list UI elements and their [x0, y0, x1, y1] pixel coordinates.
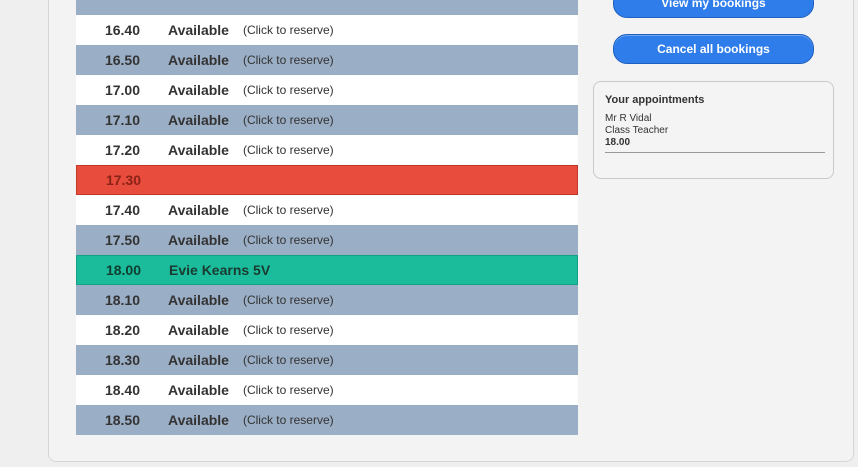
- slot-status: Available: [168, 412, 229, 428]
- slot-status: Available: [168, 232, 229, 248]
- slot-time: 16.40: [104, 22, 140, 38]
- slot-row[interactable]: 18.50 Available (Click to reserve): [76, 405, 578, 435]
- slot-row: 17.30: [76, 165, 578, 195]
- slot-reserve-hint[interactable]: (Click to reserve): [243, 83, 334, 97]
- your-appointments-box: Your appointments Mr R Vidal Class Teach…: [593, 81, 834, 179]
- slot-row[interactable]: 17.40 Available (Click to reserve): [76, 195, 578, 225]
- slot-time: 17.30: [105, 172, 141, 188]
- slot-time: 18.40: [104, 382, 140, 398]
- slot-time: 18.30: [104, 352, 140, 368]
- slot-time: 17.10: [104, 112, 140, 128]
- slot-time: 18.50: [104, 412, 140, 428]
- appointment-role: Class Teacher: [605, 125, 669, 136]
- slot-time: 17.00: [104, 82, 140, 98]
- appointment-slots-list: 16.40 Available (Click to reserve) 16.50 Ava…: [76, 0, 578, 435]
- slot-status: Available: [168, 382, 229, 398]
- slot-time: 17.40: [104, 202, 140, 218]
- slot-row[interactable]: 16.50 Available (Click to reserve): [76, 45, 578, 75]
- view-bookings-button[interactable]: View my bookings: [613, 0, 814, 18]
- slot-row[interactable]: 18.00 Evie Kearns 5V: [76, 255, 578, 285]
- slot-row[interactable]: 16.40 Available (Click to reserve): [76, 15, 578, 45]
- slot-status: Available: [168, 22, 229, 38]
- slot-reserve-hint[interactable]: (Click to reserve): [243, 233, 334, 247]
- slot-time: 18.20: [104, 322, 140, 338]
- slot-time: 17.20: [104, 142, 140, 158]
- slot-status: Available: [168, 322, 229, 338]
- slot-row[interactable]: 18.30 Available (Click to reserve): [76, 345, 578, 375]
- slot-reserve-hint[interactable]: (Click to reserve): [243, 23, 334, 37]
- appointments-title: Your appointments: [605, 94, 705, 106]
- slot-time: 16.50: [104, 52, 140, 68]
- slot-row[interactable]: 17.00 Available (Click to reserve): [76, 75, 578, 105]
- appointment-time: 18.00: [605, 137, 631, 148]
- slot-status: Available: [168, 142, 229, 158]
- slot-reserve-hint[interactable]: (Click to reserve): [243, 53, 334, 67]
- slot-reserve-hint[interactable]: (Click to reserve): [243, 113, 334, 127]
- slot-row[interactable]: 18.10 Available (Click to reserve): [76, 285, 578, 315]
- slot-booked-name: Evie Kearns 5V: [169, 262, 271, 278]
- slot-time: 18.00: [105, 262, 141, 278]
- appointment-teacher: Mr R Vidal: [605, 113, 652, 124]
- slot-reserve-hint[interactable]: (Click to reserve): [243, 203, 334, 217]
- slot-row[interactable]: 17.50 Available (Click to reserve): [76, 225, 578, 255]
- slot-status: Available: [168, 352, 229, 368]
- slot-reserve-hint[interactable]: (Click to reserve): [243, 383, 334, 397]
- slot-time: 17.50: [104, 232, 140, 248]
- slot-status: Available: [168, 292, 229, 308]
- slot-row[interactable]: 17.20 Available (Click to reserve): [76, 135, 578, 165]
- slot-status: Available: [168, 52, 229, 68]
- slot-reserve-hint[interactable]: (Click to reserve): [243, 293, 334, 307]
- cancel-all-bookings-button[interactable]: Cancel all bookings: [613, 34, 814, 64]
- slot-status: Available: [168, 112, 229, 128]
- slot-reserve-hint[interactable]: (Click to reserve): [243, 323, 334, 337]
- appointment-divider: [605, 152, 825, 153]
- slot-row-partial[interactable]: [76, 0, 578, 15]
- slot-status: Available: [168, 82, 229, 98]
- slot-time: 18.10: [104, 292, 140, 308]
- slot-status: Available: [168, 202, 229, 218]
- slot-row[interactable]: 17.10 Available (Click to reserve): [76, 105, 578, 135]
- slot-row[interactable]: 18.40 Available (Click to reserve): [76, 375, 578, 405]
- slot-reserve-hint[interactable]: (Click to reserve): [243, 143, 334, 157]
- slot-reserve-hint[interactable]: (Click to reserve): [243, 353, 334, 367]
- slot-row[interactable]: 18.20 Available (Click to reserve): [76, 315, 578, 345]
- slot-reserve-hint[interactable]: (Click to reserve): [243, 413, 334, 427]
